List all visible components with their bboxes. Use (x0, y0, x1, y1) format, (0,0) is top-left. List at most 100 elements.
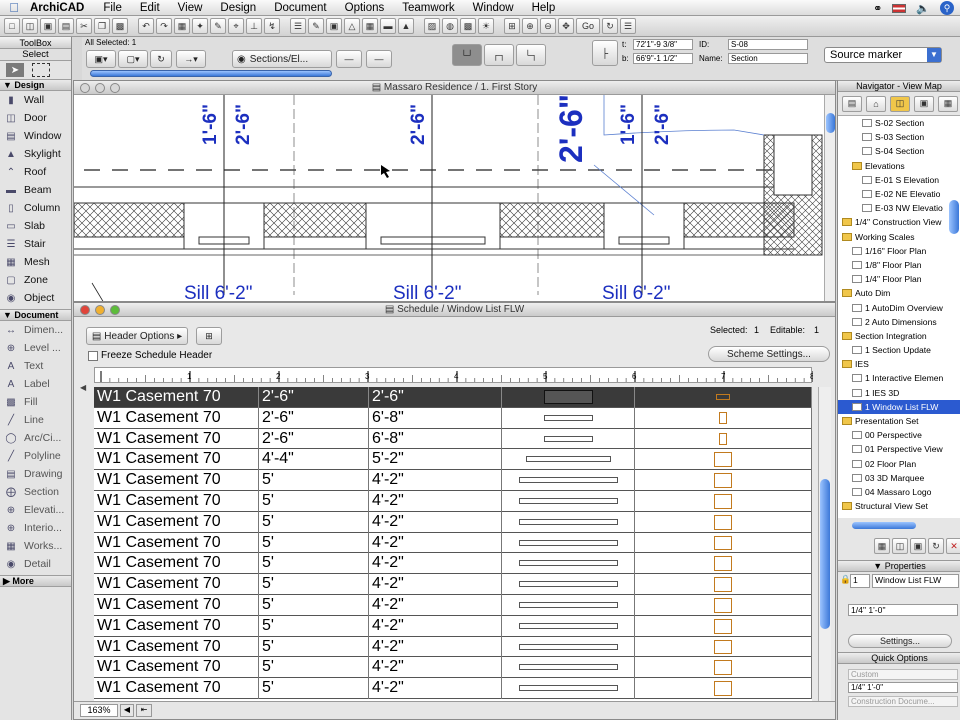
table-row[interactable]: W1 Casement 70 5' 4'-2" (94, 511, 812, 533)
grid-icon[interactable]: ▦ (174, 18, 190, 34)
navigator-item[interactable]: 1/8" Floor Plan (838, 258, 960, 272)
marquee-tool-icon[interactable] (32, 63, 50, 77)
tool-dimen[interactable]: ↔ Dimen... (0, 321, 71, 339)
zoom-out-icon[interactable]: ⊖ (540, 18, 556, 34)
section-type-a-button[interactable]: └┘ (452, 44, 482, 66)
menu-view[interactable]: View (169, 2, 212, 14)
cell-name[interactable]: W1 Casement 70 (94, 428, 259, 450)
quick-scale-field[interactable]: 1/4" 1'-0" (848, 682, 958, 693)
tool-detail[interactable]: ◉ Detail (0, 555, 71, 573)
cell-height[interactable]: 5'-2" (369, 449, 502, 471)
menu-design[interactable]: Design (211, 2, 265, 14)
name-field[interactable]: Section (728, 53, 808, 64)
plan-scroll-thumb[interactable] (826, 113, 835, 133)
freeze-checkbox[interactable] (88, 350, 98, 361)
navigator-item[interactable]: 04 Massaro Logo (838, 485, 960, 499)
navigator-item[interactable]: E-03 NW Elevatio (838, 201, 960, 215)
clone-icon[interactable]: ▣ (910, 538, 926, 554)
table-row[interactable]: W1 Casement 70 5' 4'-2" (94, 636, 812, 658)
navigator-item[interactable]: Elevations (838, 159, 960, 173)
model-view-icon[interactable]: △ (344, 18, 360, 34)
tool-arc-ci[interactable]: ◯ Arc/Ci... (0, 429, 71, 447)
cell-name[interactable]: W1 Casement 70 (94, 470, 259, 491)
sections-elevations-dropdown[interactable]: ◉ Sections/El... (232, 50, 332, 68)
table-row[interactable]: W1 Casement 70 4'-4" 5'-2" (94, 449, 812, 471)
navigator-item[interactable]: Structural View Set (838, 499, 960, 513)
navigator-item[interactable]: Auto Dim (838, 286, 960, 300)
cell-width[interactable]: 5' (259, 636, 369, 658)
volume-icon[interactable]: 🔈 (916, 2, 930, 15)
navigator-item[interactable]: 1 Window List FLW (838, 399, 960, 414)
close-light-icon[interactable] (80, 83, 90, 93)
zoom-button-icon[interactable] (110, 305, 120, 315)
cell-width[interactable]: 5' (259, 470, 369, 491)
marker-type-select[interactable]: Source marker ▼ (824, 47, 942, 63)
navigator-item[interactable]: 1 AutoDim Overview (838, 300, 960, 314)
navigator-item[interactable]: 03 3D Marquee (838, 471, 960, 485)
table-row[interactable]: W1 Casement 70 2'-6" 6'-8" (94, 428, 812, 450)
cell-name[interactable]: W1 Casement 70 (94, 636, 259, 658)
cell-name[interactable]: W1 Casement 70 (94, 553, 259, 575)
marquee-mode-button[interactable]: ▢▾ (118, 50, 148, 68)
navigator-item[interactable]: 02 Floor Plan (838, 457, 960, 471)
minimize-light-icon[interactable] (95, 83, 105, 93)
minimize-button-icon[interactable] (95, 305, 105, 315)
document-section-header[interactable]: ▼ Document (0, 309, 71, 321)
photo-icon[interactable]: ▩ (460, 18, 476, 34)
undo-icon[interactable]: ↶ (138, 18, 154, 34)
magic-wand-icon[interactable]: ✦ (192, 18, 208, 34)
schedule-vertical-scrollbar[interactable] (818, 387, 831, 701)
tool-section[interactable]: ⨁ Section (0, 483, 71, 501)
redo-icon[interactable]: ↷ (156, 18, 172, 34)
image-icon[interactable]: ▨ (424, 18, 440, 34)
paste-icon[interactable]: ▩ (112, 18, 128, 34)
layers-icon[interactable]: ☰ (290, 18, 306, 34)
cell-width[interactable]: 5' (259, 657, 369, 679)
cell-height[interactable]: 4'-2" (369, 615, 502, 637)
cell-height[interactable]: 4'-2" (369, 678, 502, 699)
cut-icon[interactable]: ✂ (76, 18, 92, 34)
cell-height[interactable]: 4'-2" (369, 636, 502, 658)
cell-height[interactable]: 6'-8" (369, 428, 502, 450)
menu-window[interactable]: Window (464, 2, 523, 14)
cell-height[interactable]: 4'-2" (369, 574, 502, 595)
navigator-item[interactable]: 00 Perspective (838, 428, 960, 442)
cell-width[interactable]: 5' (259, 553, 369, 575)
navigator-item[interactable]: 1 Section Update (838, 343, 960, 357)
coord-t-field[interactable]: 72'1"-9 3/8" (633, 39, 693, 50)
navigator-item[interactable]: Presentation Set (838, 414, 960, 428)
cell-name[interactable]: W1 Casement 70 (94, 491, 259, 512)
section-marker-icon[interactable]: ├ (592, 40, 618, 66)
tool-column[interactable]: ▯ Column (0, 199, 71, 217)
navigator-item[interactable]: E-01 S Elevation (838, 173, 960, 187)
snap-icon[interactable]: ⌖ (228, 18, 244, 34)
tool-line[interactable]: ╱ Line (0, 411, 71, 429)
cell-height[interactable]: 2'-6" (369, 387, 502, 408)
new-folder-icon[interactable]: ◫ (892, 538, 908, 554)
settings-button[interactable]: Settings... (848, 634, 952, 648)
camera-icon[interactable]: ◍ (442, 18, 458, 34)
cell-width[interactable]: 2'-6" (259, 428, 369, 450)
tool-fill[interactable]: ▩ Fill (0, 393, 71, 411)
cell-width[interactable]: 5' (259, 532, 369, 554)
tool-text[interactable]: A Text (0, 357, 71, 375)
section-type-c-button[interactable]: └┐ (516, 44, 546, 66)
table-row[interactable]: W1 Casement 70 5' 4'-2" (94, 657, 812, 679)
schedule-scroll-thumb[interactable] (820, 479, 830, 629)
select-mode-button[interactable]: ▣▾ (86, 50, 116, 68)
navigator-item[interactable]: S-03 Section (838, 130, 960, 144)
cell-height[interactable]: 4'-2" (369, 470, 502, 491)
table-row[interactable]: W1 Casement 70 2'-6" 2'-6" (94, 387, 812, 408)
tool-interio[interactable]: ⊕ Interio... (0, 519, 71, 537)
table-row[interactable]: W1 Casement 70 5' 4'-2" (94, 470, 812, 491)
save-icon[interactable]: ▣ (40, 18, 56, 34)
cell-name[interactable]: W1 Casement 70 (94, 678, 259, 699)
menu-options[interactable]: Options (336, 2, 394, 14)
tool-window[interactable]: ▤ Window (0, 127, 71, 145)
tool-level[interactable]: ⊕ Level ... (0, 339, 71, 357)
cell-name[interactable]: W1 Casement 70 (94, 657, 259, 679)
3d-view-icon[interactable]: ▲ (398, 18, 414, 34)
delete-icon[interactable]: ✕ (946, 538, 960, 554)
table-row[interactable]: W1 Casement 70 5' 4'-2" (94, 553, 812, 575)
cell-height[interactable]: 4'-2" (369, 553, 502, 575)
